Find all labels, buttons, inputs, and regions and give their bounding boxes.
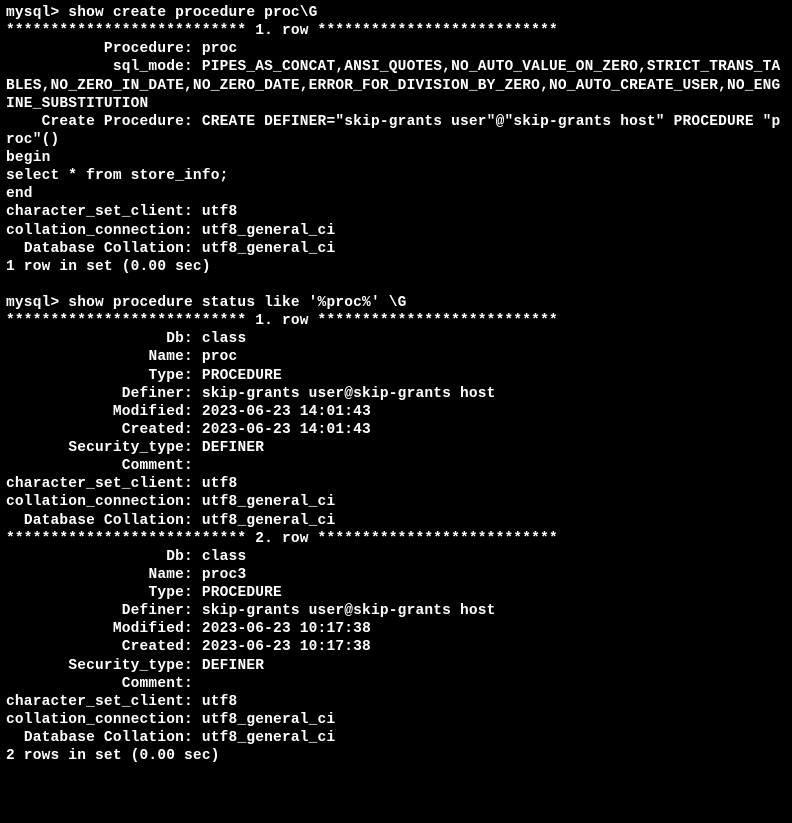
- status1-modified: Modified: 2023-06-23 14:01:43: [6, 404, 371, 420]
- status2-comment: Comment:: [6, 676, 193, 692]
- proc-field-procedure: Procedure: proc: [6, 41, 237, 57]
- proc-body-select: select * from store_info;: [6, 168, 229, 184]
- status2-created: Created: 2023-06-23 10:17:38: [6, 639, 371, 655]
- proc-field-sqlmode: sql_mode: PIPES_AS_CONCAT,ANSI_QUOTES,NO…: [6, 59, 780, 111]
- status1-definer: Definer: skip-grants user@skip-grants ho…: [6, 386, 496, 402]
- status1-name: Name: proc: [6, 349, 237, 365]
- status1-comment: Comment:: [6, 458, 193, 474]
- mysql-prompt-command-2[interactable]: mysql> show procedure status like '%proc…: [6, 295, 407, 311]
- status2-type: Type: PROCEDURE: [6, 585, 282, 601]
- row-separator-2a: *************************** 1. row *****…: [6, 313, 558, 329]
- status1-charset: character_set_client: utf8: [6, 476, 237, 492]
- status2-db-collation: Database Collation: utf8_general_ci: [6, 730, 335, 746]
- status2-name: Name: proc3: [6, 567, 246, 583]
- result-summary-1: 1 row in set (0.00 sec): [6, 259, 211, 275]
- proc-field-collation-conn: collation_connection: utf8_general_ci: [6, 223, 335, 239]
- status1-type: Type: PROCEDURE: [6, 368, 282, 384]
- status2-definer: Definer: skip-grants user@skip-grants ho…: [6, 603, 496, 619]
- proc-field-charset: character_set_client: utf8: [6, 204, 237, 220]
- result-summary-2: 2 rows in set (0.00 sec): [6, 748, 220, 764]
- status2-db: Db: class: [6, 549, 246, 565]
- status1-db: Db: class: [6, 331, 246, 347]
- status2-charset: character_set_client: utf8: [6, 694, 237, 710]
- proc-field-createprocedure: Create Procedure: CREATE DEFINER="skip-g…: [6, 114, 780, 148]
- proc-body-begin: begin: [6, 150, 51, 166]
- proc-body-end: end: [6, 186, 33, 202]
- status1-created: Created: 2023-06-23 14:01:43: [6, 422, 371, 438]
- terminal-output: mysql> show create procedure proc\G ****…: [6, 4, 786, 765]
- status1-security: Security_type: DEFINER: [6, 440, 264, 456]
- row-separator-2b: *************************** 2. row *****…: [6, 531, 558, 547]
- status2-security: Security_type: DEFINER: [6, 658, 264, 674]
- status1-collation-conn: collation_connection: utf8_general_ci: [6, 494, 335, 510]
- row-separator-1: *************************** 1. row *****…: [6, 23, 558, 39]
- status2-collation-conn: collation_connection: utf8_general_ci: [6, 712, 335, 728]
- mysql-prompt-command-1[interactable]: mysql> show create procedure proc\G: [6, 5, 318, 21]
- status2-modified: Modified: 2023-06-23 10:17:38: [6, 621, 371, 637]
- proc-field-db-collation: Database Collation: utf8_general_ci: [6, 241, 335, 257]
- status1-db-collation: Database Collation: utf8_general_ci: [6, 513, 335, 529]
